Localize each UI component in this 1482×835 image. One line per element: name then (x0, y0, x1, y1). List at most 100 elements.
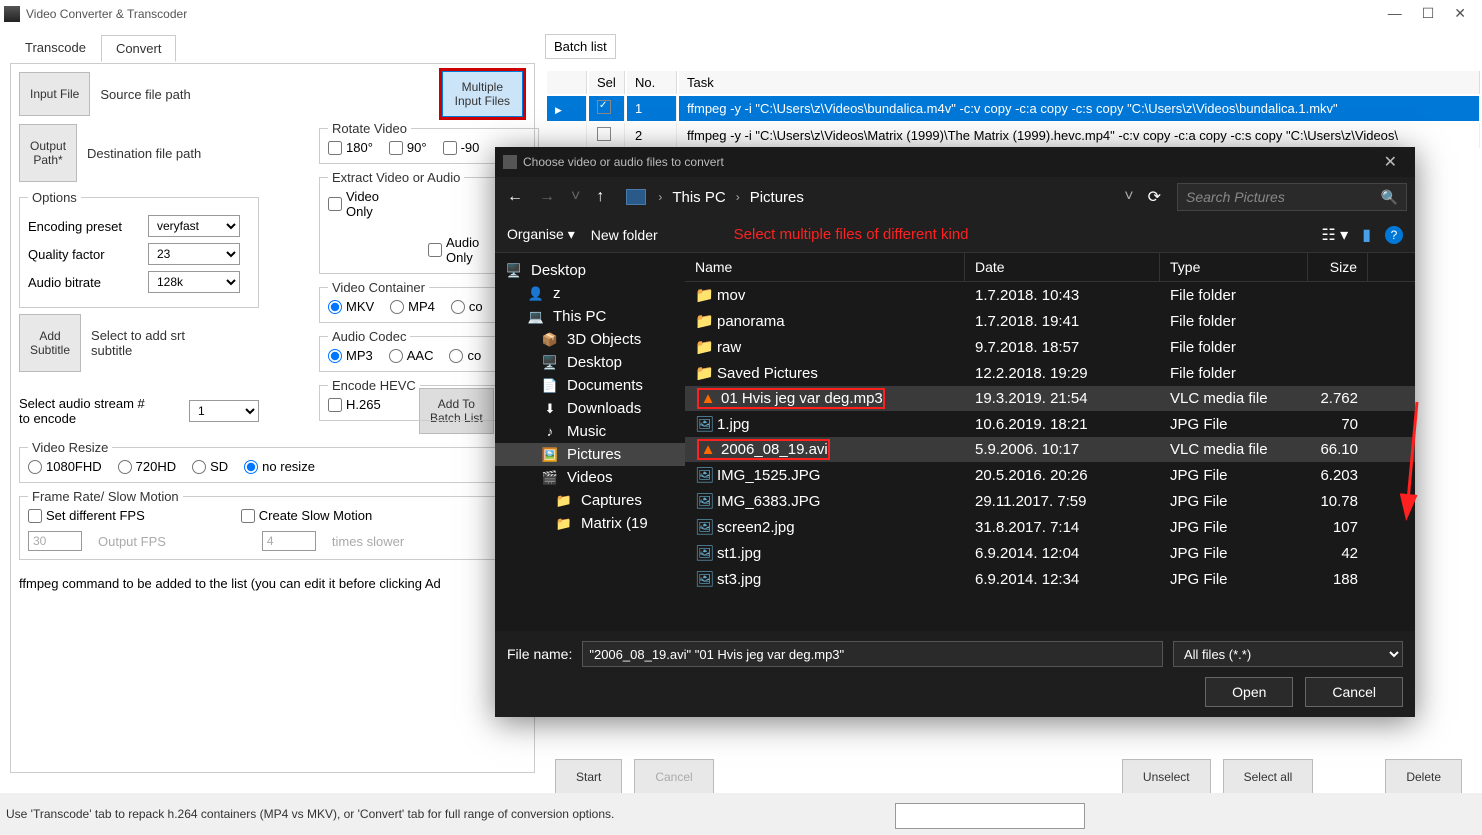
audio-only-checkbox[interactable]: Audio Only (428, 235, 479, 265)
tree-item[interactable]: 🖼️Pictures (495, 443, 685, 466)
maximize-icon[interactable]: ☐ (1422, 5, 1435, 22)
add-subtitle-button[interactable]: Add Subtitle (19, 314, 81, 372)
file-row[interactable]: 🖼screen2.jpg31.8.2017. 7:14JPG File107 (685, 514, 1415, 540)
open-button[interactable]: Open (1205, 677, 1293, 707)
co2-radio[interactable]: co (449, 348, 481, 363)
set-fps-checkbox[interactable]: Set different FPS (28, 508, 145, 523)
help-icon[interactable]: ? (1385, 226, 1403, 244)
tree-item[interactable]: ⬇Downloads (495, 397, 685, 420)
aac-radio[interactable]: AAC (389, 348, 434, 363)
file-row[interactable]: 🖼st3.jpg6.9.2014. 12:34JPG File188 (685, 566, 1415, 592)
mp4-radio[interactable]: MP4 (390, 299, 435, 314)
new-folder-button[interactable]: New folder (591, 227, 658, 243)
back-icon[interactable]: ← (503, 184, 527, 210)
file-row[interactable]: 🖼1.jpg10.6.2019. 18:21JPG File70 (685, 411, 1415, 437)
rotate-n90-checkbox[interactable]: -90 (443, 140, 480, 155)
resize-sd-radio[interactable]: SD (192, 459, 228, 474)
co-radio[interactable]: co (451, 299, 483, 314)
col-name[interactable]: Name (685, 253, 965, 281)
rotate-90-checkbox[interactable]: 90° (389, 140, 427, 155)
fps-legend: Frame Rate/ Slow Motion (28, 489, 183, 504)
tree-item[interactable]: 🎬Videos (495, 466, 685, 489)
preview-icon[interactable]: ▮ (1362, 225, 1371, 245)
file-row[interactable]: 🖼IMG_1525.JPG20.5.2016. 20:26JPG File6.2… (685, 462, 1415, 488)
tree-item[interactable]: 🖥️Desktop (495, 351, 685, 374)
file-row[interactable]: 📁Saved Pictures12.2.2018. 19:29File fold… (685, 360, 1415, 386)
file-row[interactable]: 🖼IMG_6383.JPG29.11.2017. 7:59JPG File10.… (685, 488, 1415, 514)
forward-icon[interactable]: → (535, 184, 559, 210)
output-path-button[interactable]: Output Path* (19, 124, 77, 182)
col-type[interactable]: Type (1160, 253, 1308, 281)
tab-transcode[interactable]: Transcode (10, 34, 101, 61)
input-file-button[interactable]: Input File (19, 72, 90, 116)
mp3-radio[interactable]: MP3 (328, 348, 373, 363)
cancel-batch-button[interactable]: Cancel (634, 759, 713, 795)
organise-menu[interactable]: Organise ▾ (507, 226, 575, 243)
dest-path-label: Destination file path (87, 146, 201, 161)
quality-select[interactable]: 23 (148, 243, 240, 265)
refresh-icon[interactable]: ⟳ (1148, 187, 1161, 207)
rotate-180-checkbox[interactable]: 180° (328, 140, 373, 155)
video-only-checkbox[interactable]: Video Only (328, 189, 379, 219)
tree-item[interactable]: 📄Documents (495, 374, 685, 397)
file-row[interactable]: ▲2006_08_19.avi5.9.2006. 10:17VLC media … (685, 437, 1415, 462)
unselect-button[interactable]: Unselect (1122, 759, 1211, 795)
path-bar[interactable]: › This PC › Pictures ˅ ⟳ (616, 187, 1169, 207)
batch-row[interactable]: 1ffmpeg -y -i "C:\Users\z\Videos\bundali… (547, 96, 1480, 121)
col-size[interactable]: Size (1308, 253, 1368, 281)
batch-col-no[interactable]: No. (627, 71, 677, 94)
tree-item[interactable]: 🖥️Desktop (495, 259, 685, 282)
fps-input[interactable] (28, 531, 82, 551)
tree-item[interactable]: 📁Captures (495, 489, 685, 512)
status-input[interactable] (895, 803, 1085, 829)
encoding-preset-select[interactable]: veryfast (148, 215, 240, 237)
batch-row[interactable]: 2ffmpeg -y -i "C:\Users\z\Videos\Matrix … (547, 123, 1480, 148)
path-pictures[interactable]: Pictures (750, 189, 804, 206)
delete-button[interactable]: Delete (1385, 759, 1462, 795)
file-row[interactable]: 📁raw9.7.2018. 18:57File folder (685, 334, 1415, 360)
resize-none-radio[interactable]: no resize (244, 459, 315, 474)
filename-input[interactable] (582, 641, 1163, 667)
path-thispc[interactable]: This PC (672, 189, 725, 206)
start-button[interactable]: Start (555, 759, 622, 795)
tree-item[interactable]: 📁Matrix (19 (495, 512, 685, 535)
audio-bitrate-select[interactable]: 128k (148, 271, 240, 293)
up-icon[interactable]: ↑ (592, 184, 608, 210)
tab-convert[interactable]: Convert (101, 35, 177, 62)
batch-row-checkbox[interactable] (597, 100, 611, 114)
col-date[interactable]: Date (965, 253, 1160, 281)
path-dropdown-icon[interactable]: ˅ (1124, 188, 1133, 206)
close-icon[interactable]: ✕ (1454, 5, 1466, 22)
file-row[interactable]: 📁panorama1.7.2018. 19:41File folder (685, 308, 1415, 334)
mkv-radio[interactable]: MKV (328, 299, 374, 314)
select-all-button[interactable]: Select all (1223, 759, 1314, 795)
audio-stream-select[interactable]: 1 (189, 400, 259, 422)
batch-row-checkbox[interactable] (597, 127, 611, 141)
tree-item[interactable]: ♪Music (495, 420, 685, 443)
multiple-input-button[interactable]: Multiple Input Files (442, 71, 523, 117)
audio-stream-label: Select audio stream # to encode (19, 396, 179, 426)
recent-icon[interactable]: ˅ (567, 184, 584, 210)
list-header: Name Date Type Size (685, 253, 1415, 282)
batch-title: Batch list (545, 34, 616, 59)
slow-input[interactable] (262, 531, 316, 551)
tree-item[interactable]: 👤z (495, 282, 685, 305)
filter-select[interactable]: All files (*.*) (1173, 641, 1403, 667)
minimize-icon[interactable]: — (1388, 5, 1402, 22)
batch-col-task[interactable]: Task (679, 71, 1480, 94)
dialog-close-icon[interactable]: ✕ (1374, 152, 1407, 172)
tree-item[interactable]: 📦3D Objects (495, 328, 685, 351)
slow-motion-checkbox[interactable]: Create Slow Motion (241, 508, 372, 523)
file-list: Name Date Type Size 📁mov1.7.2018. 10:43F… (685, 253, 1415, 631)
batch-col-sel[interactable]: Sel (589, 71, 625, 94)
view-icon[interactable]: ☷ ▾ (1321, 225, 1348, 245)
resize-720-radio[interactable]: 720HD (118, 459, 176, 474)
file-row[interactable]: 🖼st1.jpg6.9.2014. 12:04JPG File42 (685, 540, 1415, 566)
resize-1080-radio[interactable]: 1080FHD (28, 459, 102, 474)
dialog-cancel-button[interactable]: Cancel (1305, 677, 1403, 707)
dialog-footer: File name: All files (*.*) Open Cancel (495, 631, 1415, 717)
file-row[interactable]: 📁mov1.7.2018. 10:43File folder (685, 282, 1415, 308)
search-input[interactable]: Search Pictures 🔍 (1177, 183, 1407, 211)
tree-item[interactable]: 💻This PC (495, 305, 685, 328)
file-row[interactable]: ▲01 Hvis jeg var deg.mp319.3.2019. 21:54… (685, 386, 1415, 411)
